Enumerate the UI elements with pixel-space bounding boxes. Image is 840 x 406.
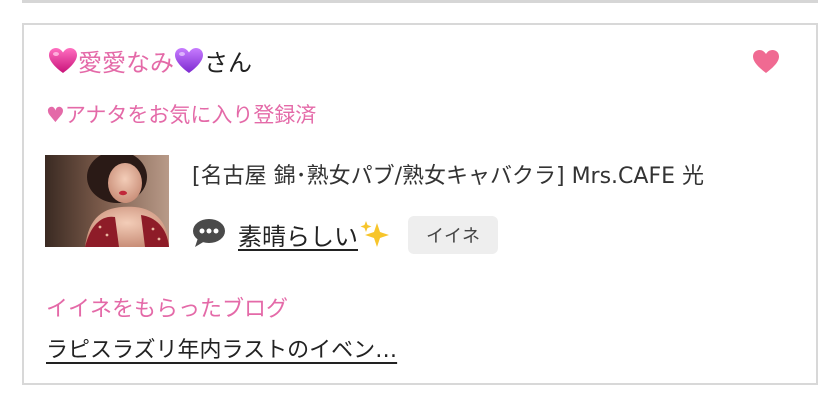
blog-title-link[interactable]: ラピスラズリ年内ラストのイベン…: [46, 332, 397, 364]
post-link[interactable]: 素晴らしい: [238, 217, 390, 254]
favorite-heart-icon[interactable]: [752, 49, 780, 79]
favorite-status-text: ♥アナタをお気に入り登録済: [46, 103, 317, 127]
iine-button[interactable]: イイネ: [408, 216, 498, 254]
post-text: 素晴らしい: [238, 222, 358, 251]
honorific: さん: [204, 49, 252, 77]
sparkles-icon: [360, 220, 390, 254]
blog-section-label: イイネをもらったブログ: [46, 297, 289, 322]
top-divider: [22, 0, 818, 3]
post-row: 素晴らしい イイネ: [192, 215, 498, 255]
magenta-heart-icon: [48, 47, 78, 83]
user-name: 愛愛なみ: [78, 49, 174, 77]
speech-bubble-icon: [192, 218, 226, 252]
shop-thumbnail[interactable]: [45, 155, 169, 247]
iine-card: 愛愛なみ さん ♥アナタをお気に入り登録済 [名古屋 錦･熟女パブ/熟女キャバク…: [22, 23, 818, 385]
purple-heart-icon: [174, 47, 204, 83]
user-name-row: 愛愛なみ さん: [48, 47, 252, 83]
shop-name[interactable]: [名古屋 錦･熟女パブ/熟女キャバクラ] Mrs.CAFE 光: [192, 158, 704, 190]
